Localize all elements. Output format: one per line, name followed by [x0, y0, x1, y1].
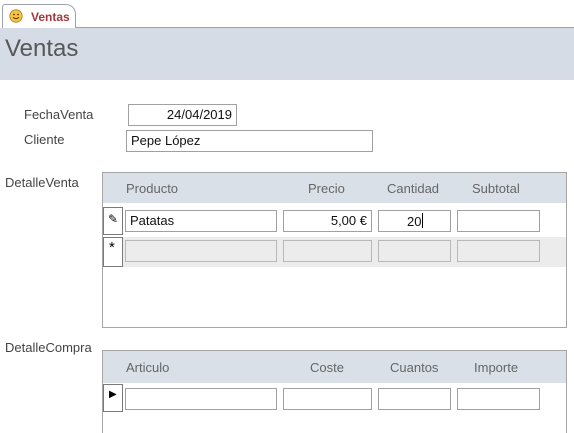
producto-cell[interactable]: Patatas [125, 210, 277, 232]
cliente-label: Cliente [24, 132, 65, 147]
coste-cell[interactable] [283, 388, 372, 410]
column-header-cuantos: Cuantos [390, 360, 439, 375]
column-header-cantidad: Cantidad [387, 181, 440, 196]
cantidad-cell[interactable]: 20 [378, 210, 451, 232]
column-header-importe: Importe [474, 360, 519, 375]
subtotal-cell[interactable] [457, 210, 540, 232]
column-header-subtotal: Subtotal [472, 181, 520, 196]
current-record-arrow-icon: ▶ [109, 389, 117, 400]
form-header: Ventas [0, 28, 574, 80]
record-selector-editing[interactable]: ✎ [103, 207, 123, 235]
fecha-venta-label: FechaVenta [24, 107, 94, 122]
importe-cell[interactable] [457, 388, 540, 410]
detalle-compra-subform[interactable]: Articulo Coste Cuantos Importe ▶ [102, 350, 567, 433]
column-header-producto: Producto [126, 181, 179, 196]
articulo-cell[interactable] [125, 388, 277, 410]
detalle-compra-header: Articulo Coste Cuantos Importe [103, 351, 566, 383]
cuantos-cell[interactable] [378, 388, 451, 410]
smiley-form-icon [9, 9, 23, 23]
detalle-compra-label: DetalleCompra [5, 340, 92, 355]
detalle-venta-header: Producto Precio Cantidad Subtotal [103, 173, 566, 203]
detalle-venta-label: DetalleVenta [5, 175, 79, 190]
subtotal-new-cell[interactable] [457, 240, 540, 262]
column-header-articulo: Articulo [126, 360, 170, 375]
document-tab-strip: Ventas [0, 0, 574, 28]
record-selector-current[interactable]: ▶ [103, 384, 123, 412]
detalle-venta-subform[interactable]: Producto Precio Cantidad Subtotal ✎ Pata… [102, 172, 567, 328]
cantidad-value: 20 [407, 214, 422, 229]
record-selector-new[interactable]: * [103, 237, 123, 267]
producto-new-cell[interactable] [125, 240, 277, 262]
cantidad-new-cell[interactable] [378, 240, 451, 262]
pencil-icon: ✎ [108, 212, 119, 226]
column-header-precio: Precio [308, 181, 345, 196]
precio-new-cell[interactable] [283, 240, 372, 262]
asterisk-icon: * [109, 239, 115, 256]
column-header-coste: Coste [310, 360, 344, 375]
cliente-field[interactable]: Pepe López [126, 130, 373, 152]
tab-label: Ventas [31, 10, 70, 24]
form-title: Ventas [5, 35, 79, 62]
precio-cell[interactable]: 5,00 € [283, 210, 372, 232]
tab-ventas[interactable]: Ventas [2, 4, 76, 28]
text-caret [422, 213, 424, 228]
fecha-venta-field[interactable]: 24/04/2019 [128, 104, 237, 126]
